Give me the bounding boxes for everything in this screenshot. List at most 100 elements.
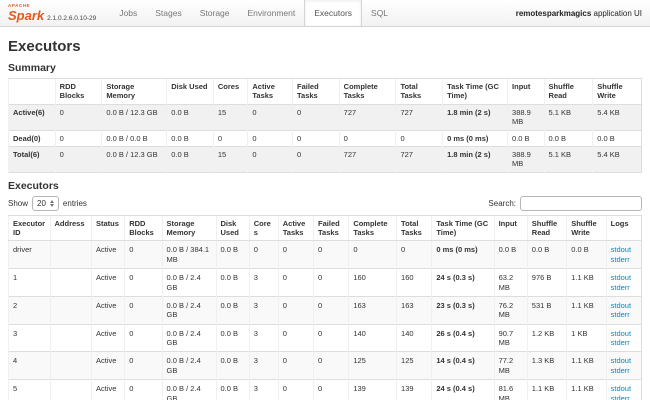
table-cell: 0.0 B <box>543 129 593 147</box>
logs-cell: stdout stderr <box>605 351 642 380</box>
column-header-shuffle-write[interactable]: Shuffle Write <box>566 214 607 242</box>
column-header-disk-used: Disk Used <box>166 78 214 105</box>
table-cell: 0 <box>313 323 349 352</box>
table-cell: 0 <box>313 268 349 297</box>
table-cell: 4 <box>8 351 50 380</box>
table-cell: Active <box>90 240 125 269</box>
table-cell: 0.0 B <box>166 145 214 173</box>
table-row: Dead(0) 0 0.0 B / 0.0 B 0.0 B000000 ms (0 m… <box>8 129 642 147</box>
search-input[interactable] <box>520 195 642 211</box>
table-cell: 388.9 MB <box>507 145 545 173</box>
table-row: 3 Active 0 0.0 B / 2.4 GB 0.0 B 3 0 0 140 140 26 s… <box>8 323 642 352</box>
table-cell: 0.0 B <box>215 240 250 269</box>
main-nav: Jobs Stages Storage Environment Executor… <box>110 0 397 26</box>
table-cell: 0.0 B <box>215 323 250 352</box>
page-size-select[interactable]: 20 <box>32 195 59 211</box>
table-cell <box>49 351 92 380</box>
column-header-task-time-gc-time[interactable]: Task Time (GC Time) <box>431 214 495 242</box>
table-cell: 0 <box>248 240 279 269</box>
stderr-link[interactable]: stderr <box>611 255 630 264</box>
column-header-input[interactable]: Input <box>493 214 528 242</box>
table-cell: 0 <box>124 379 163 400</box>
spark-logo-text: Spark <box>8 7 45 23</box>
table-cell: 0.0 B / 2.4 GB <box>161 268 216 297</box>
table-cell: 140 <box>348 323 397 352</box>
nav-item-jobs[interactable]: Jobs <box>110 0 146 26</box>
table-cell: 0 <box>124 268 163 297</box>
stdout-link[interactable]: stdout <box>611 384 631 393</box>
logs-cell: stdout stderr <box>605 295 642 325</box>
column-header-status[interactable]: Status <box>90 214 125 242</box>
table-cell <box>49 240 92 269</box>
table-cell: Active <box>90 323 125 352</box>
column-header-failed-tasks[interactable]: Failed Tasks <box>313 214 349 242</box>
table-cell: 0.0 B <box>215 351 250 380</box>
table-row: 1 Active 0 0.0 B / 2.4 GB 0.0 B 3 0 0 160 160 24 s… <box>8 268 642 297</box>
table-cell: 0 <box>313 295 349 325</box>
summary-table: RDD Blocks Storage Memory Disk Used Cores Ac… <box>8 78 642 173</box>
column-header-logs[interactable]: Logs <box>605 214 642 242</box>
column-header-disk-used[interactable]: Disk Used <box>215 214 250 242</box>
stdout-link[interactable]: stdout <box>611 301 631 310</box>
table-cell: 0.0 B <box>166 129 214 147</box>
table-cell: driver <box>8 240 50 269</box>
column-header-total-tasks[interactable]: Total Tasks <box>396 214 432 242</box>
table-cell: 0.0 B <box>215 268 250 297</box>
table-cell: 1.8 min (2 s) <box>442 145 508 173</box>
table-cell: 0 ms (0 ms) <box>442 129 508 147</box>
nav-item-storage[interactable]: Storage <box>191 0 239 26</box>
column-header-task-time-gc-time: Task Time (GC Time) <box>442 78 508 105</box>
table-cell: 0 <box>247 145 293 173</box>
page-title: Executors <box>8 38 81 55</box>
stdout-link[interactable]: stdout <box>611 273 631 282</box>
stderr-link[interactable]: stderr <box>611 394 630 400</box>
table-cell: 0.0 B <box>215 295 250 325</box>
column-header-active-tasks[interactable]: Active Tasks <box>277 214 314 242</box>
table-cell: 3 <box>248 351 279 380</box>
table-cell: 0.0 B <box>526 240 567 269</box>
nav-item-stages[interactable]: Stages <box>146 0 190 26</box>
stderr-link[interactable]: stderr <box>611 366 630 375</box>
column-header-rdd-blocks[interactable]: RDD Blocks <box>124 214 163 242</box>
column-header-cores[interactable]: Cores <box>248 214 279 242</box>
logs-cell: stdout stderr <box>605 379 642 400</box>
column-header-address[interactable]: Address <box>49 214 92 242</box>
table-cell: 0.0 B <box>592 129 642 147</box>
table-cell: 0 <box>396 240 432 269</box>
nav-item-environment[interactable]: Environment <box>239 0 305 26</box>
table-cell: Active(6) <box>8 103 56 130</box>
table-row: 4 Active 0 0.0 B / 2.4 GB 0.0 B 3 0 0 125 125 14 s… <box>8 351 642 380</box>
table-cell: 0 <box>247 129 293 147</box>
column-header-input: Input <box>507 78 545 105</box>
table-cell: Total(6) <box>8 145 56 173</box>
nav-item-sql[interactable]: SQL <box>362 0 397 26</box>
application-name: remotesparkmagics <box>515 8 592 18</box>
column-header-storage-memory[interactable]: Storage Memory <box>161 214 216 242</box>
stdout-link[interactable]: stdout <box>611 329 631 338</box>
stderr-link[interactable]: stderr <box>611 338 630 347</box>
stderr-link[interactable]: stderr <box>611 283 630 292</box>
column-header-complete-tasks[interactable]: Complete Tasks <box>348 214 397 242</box>
header-row: RDD Blocks Storage Memory Disk Used Cores Ac… <box>8 78 642 105</box>
column-header-shuffle-read[interactable]: Shuffle Read <box>526 214 567 242</box>
table-cell: 139 <box>396 379 432 400</box>
spark-logo[interactable]: APACHE Spark <box>8 0 44 26</box>
column-header-storage-memory: Storage Memory <box>101 78 167 105</box>
table-cell: 0.0 B / 2.4 GB <box>161 351 216 380</box>
show-label: Show <box>8 198 29 208</box>
search-control: Search: <box>488 195 642 211</box>
stderr-link[interactable]: stderr <box>611 310 630 319</box>
table-cell: 0 <box>313 240 349 269</box>
table-cell: 5.4 KB <box>592 103 642 130</box>
nav-item-executors[interactable]: Executors <box>304 0 363 26</box>
table-cell: 0 <box>212 129 248 147</box>
table-cell: Active <box>90 351 125 380</box>
table-cell: 5.1 KB <box>543 145 593 173</box>
stdout-link[interactable]: stdout <box>611 245 631 254</box>
stdout-link[interactable]: stdout <box>611 356 631 365</box>
column-header-executor-id[interactable]: Executor ID <box>8 214 50 242</box>
table-cell: 531 B <box>526 295 567 325</box>
table-cell: 1.1 KB <box>526 379 567 400</box>
table-row: driver Active 0 0.0 B / 384.1 MB 0.0 B000000… <box>8 240 642 269</box>
column-header-complete-tasks: Complete Tasks <box>338 78 396 105</box>
